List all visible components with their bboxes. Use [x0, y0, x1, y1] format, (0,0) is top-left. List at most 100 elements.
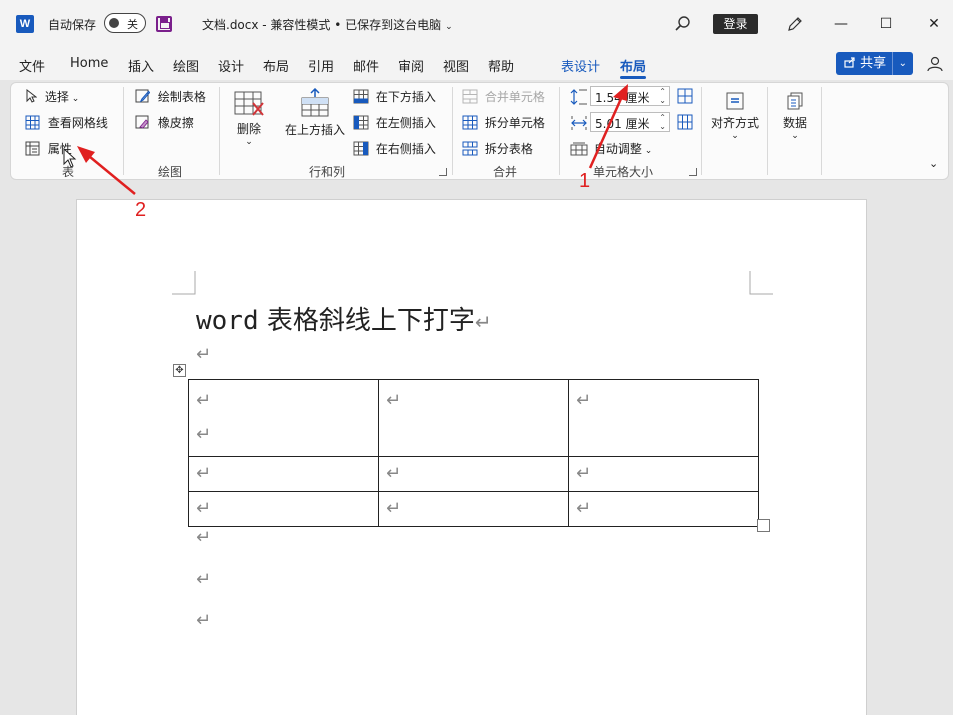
paragraph-mark: ↵	[386, 498, 402, 519]
group-separator	[701, 87, 702, 175]
tab-design[interactable]: 设计	[218, 56, 244, 75]
table-move-handle[interactable]: ✥	[173, 364, 186, 377]
cell-size-dialog-launcher[interactable]	[689, 168, 697, 176]
delete-label: 删除	[236, 122, 261, 136]
autofit-button[interactable]: 自动调整 ⌄	[570, 140, 652, 157]
select-label: 选择	[44, 90, 69, 104]
tab-layout[interactable]: 布局	[263, 56, 289, 75]
table-cell[interactable]: ↵	[378, 491, 569, 527]
group-separator	[821, 87, 822, 175]
merge-cells-icon	[462, 89, 478, 104]
table-cell[interactable]: ↵	[568, 379, 759, 457]
insert-right-button[interactable]: 在右侧插入	[353, 140, 436, 157]
paragraph-mark: ↵	[196, 344, 212, 365]
split-cells-button[interactable]: 拆分单元格	[462, 114, 545, 131]
group-label-rows-columns: 行和列	[309, 165, 346, 179]
draw-table-button[interactable]: 绘制表格	[135, 88, 206, 105]
view-gridlines-label: 查看网格线	[47, 116, 108, 130]
comment-icon[interactable]	[926, 56, 944, 72]
paragraph-mark: ↵	[576, 463, 592, 484]
data-label: 数据	[782, 116, 807, 130]
tab-insert[interactable]: 插入	[128, 56, 154, 75]
table-cell[interactable]: ↵	[188, 491, 379, 527]
table-cell[interactable]: ↵	[568, 456, 759, 492]
tab-help[interactable]: 帮助	[488, 56, 514, 75]
tab-view[interactable]: 视图	[443, 56, 469, 75]
cell-width-value: 5.01 厘米	[595, 117, 650, 131]
document-heading[interactable]: word 表格斜线上下打字↵	[196, 300, 492, 337]
insert-above-button[interactable]: 在上方插入	[283, 87, 347, 138]
merge-cells-label: 合并单元格	[484, 90, 545, 104]
collapse-ribbon-button[interactable]: ⌄	[929, 157, 938, 170]
cell-height-input[interactable]: 1.54 厘米 ⌃ ⌄	[590, 86, 670, 106]
document-table[interactable]: ↵ ↵ ↵ ↵ ↵ ↵ ↵ ↵ ↵ ↵	[188, 379, 759, 527]
pen-icon[interactable]	[786, 15, 804, 33]
insert-below-button[interactable]: 在下方插入	[353, 88, 436, 105]
group-label-merge: 合并	[493, 165, 518, 179]
table-cell[interactable]: ↵	[568, 491, 759, 527]
autofit-icon	[570, 142, 588, 156]
login-button[interactable]: 登录	[713, 14, 758, 34]
insert-left-button[interactable]: 在左侧插入	[353, 114, 436, 131]
width-spinner-arrows[interactable]: ⌃ ⌄	[659, 113, 666, 131]
document-page[interactable]: word 表格斜线上下打字↵ ↵ ✥ ↵ ↵ ↵ ↵ ↵ ↵ ↵ ↵ ↵ ↵ ↵ …	[76, 199, 867, 715]
cell-width-input[interactable]: 5.01 厘米 ⌃ ⌄	[590, 112, 670, 132]
delete-button[interactable]: 删除 ⌄	[231, 89, 267, 147]
data-button[interactable]: 数据 ⌄	[777, 91, 813, 141]
split-table-button[interactable]: 拆分表格	[462, 140, 533, 157]
split-table-icon	[462, 141, 478, 156]
margin-corner-top-left	[172, 271, 196, 295]
merge-cells-button[interactable]: 合并单元格	[462, 88, 545, 105]
group-label-draw: 绘图	[158, 165, 183, 179]
draw-table-label: 绘制表格	[157, 90, 206, 104]
distribute-rows-icon[interactable]	[677, 88, 693, 104]
paragraph-mark: ↵	[196, 390, 212, 411]
tab-file[interactable]: 文件	[19, 56, 45, 75]
table-resize-handle[interactable]	[757, 519, 770, 532]
draw-table-icon	[135, 89, 151, 103]
table-cell[interactable]: ↵	[378, 456, 569, 492]
share-icon	[844, 57, 855, 68]
view-gridlines-button[interactable]: 查看网格线	[25, 114, 108, 131]
insert-above-icon	[301, 87, 329, 117]
table-cell[interactable]: ↵	[188, 456, 379, 492]
delete-table-icon	[234, 91, 264, 116]
chevron-down-icon: ⌄	[445, 22, 453, 32]
autosave-toggle[interactable]: 关	[104, 13, 146, 33]
distribute-columns-icon[interactable]	[677, 114, 693, 130]
tab-draw[interactable]: 绘图	[173, 56, 199, 75]
table-row: ↵ ↵ ↵ ↵	[188, 379, 759, 457]
share-button[interactable]: 共享 ⌄	[836, 52, 913, 75]
properties-button[interactable]: 属性	[25, 140, 72, 157]
tab-references[interactable]: 引用	[308, 56, 334, 75]
group-separator	[452, 87, 453, 175]
table-cell[interactable]: ↵ ↵	[188, 379, 379, 457]
tab-table-layout[interactable]: 布局	[620, 56, 647, 79]
tab-review[interactable]: 审阅	[398, 56, 424, 75]
rows-columns-dialog-launcher[interactable]	[439, 168, 447, 176]
save-icon[interactable]	[156, 16, 172, 32]
insert-above-label: 在上方插入	[284, 123, 345, 137]
group-separator	[219, 87, 220, 175]
alignment-button[interactable]: 对齐方式 ⌄	[709, 91, 761, 141]
group-separator	[559, 87, 560, 175]
split-table-label: 拆分表格	[484, 142, 533, 156]
tab-home[interactable]: Home	[70, 56, 108, 71]
close-button[interactable]: ✕	[922, 12, 946, 36]
insert-below-icon	[353, 89, 369, 104]
table-cell[interactable]: ↵	[378, 379, 569, 457]
annotation-label-2: 2	[135, 199, 147, 221]
paragraph-mark: ↵	[576, 390, 592, 411]
title-bar: W 自动保存 关 文档.docx - 兼容性模式 • 已保存到这台电脑 ⌄ 登录 …	[0, 0, 953, 50]
minimize-button[interactable]: —	[829, 12, 853, 36]
select-button[interactable]: 选择 ⌄	[25, 88, 79, 105]
search-icon[interactable]	[674, 15, 692, 33]
tab-table-design[interactable]: 表设计	[561, 56, 600, 75]
height-spinner-arrows[interactable]: ⌃ ⌄	[659, 87, 666, 105]
row-height-icon	[570, 89, 587, 105]
tab-mailings[interactable]: 邮件	[353, 56, 379, 75]
margin-corner-top-right	[749, 271, 773, 295]
document-title[interactable]: 文档.docx - 兼容性模式 • 已保存到这台电脑 ⌄	[202, 16, 453, 33]
eraser-button[interactable]: 橡皮擦	[135, 114, 194, 131]
maximize-button[interactable]: ☐	[874, 12, 898, 36]
